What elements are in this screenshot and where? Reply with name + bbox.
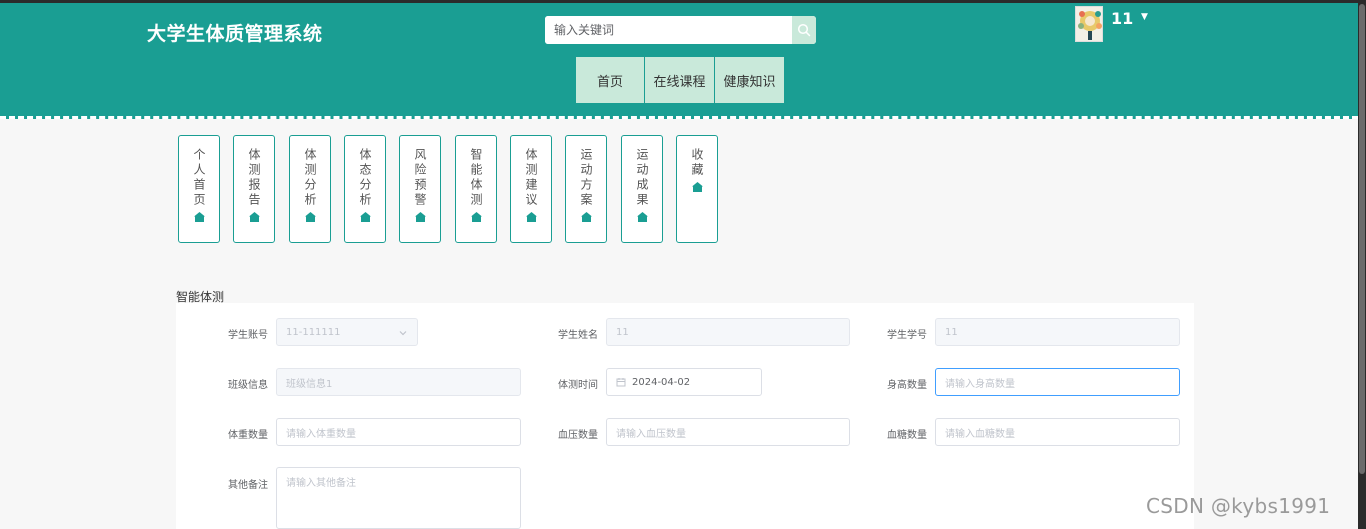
- username[interactable]: 11: [1111, 9, 1133, 28]
- menu-item-label: 收藏: [690, 148, 704, 178]
- calendar-icon: [616, 378, 626, 387]
- menu-item-exercise-plan[interactable]: 运动方案: [565, 135, 607, 243]
- chevron-down-icon: [399, 331, 407, 336]
- search-icon: [797, 23, 811, 37]
- remarks-label: 其他备注: [228, 480, 268, 491]
- menu-item-label: 体测建议: [524, 148, 538, 208]
- menu-item-label: 运动方案: [579, 148, 593, 208]
- menu-item-label: 个人首页: [192, 148, 206, 208]
- remarks-placeholder: 请输入其他备注: [286, 478, 356, 489]
- menu-item-smart-test[interactable]: 智能体测: [455, 135, 497, 243]
- menu-item-favorites[interactable]: 收藏: [676, 135, 718, 243]
- student-no-value: 11: [945, 326, 958, 338]
- nav-item-home[interactable]: 首页: [576, 57, 644, 103]
- test-time-picker[interactable]: 2024-04-02: [606, 368, 762, 396]
- menu-item-posture[interactable]: 体态分析: [344, 135, 386, 243]
- menu-item-label: 智能体测: [469, 148, 483, 208]
- nav-item-health[interactable]: 健康知识: [715, 57, 784, 103]
- menu-item-personal-home[interactable]: 个人首页: [178, 135, 220, 243]
- test-time-label: 体测时间: [558, 380, 598, 391]
- height-input[interactable]: 请输入身高数量: [935, 368, 1180, 396]
- scrollbar-thumb[interactable]: [1359, 4, 1365, 474]
- header: 大学生体质管理系统 11 ▼ 首页 在线课程 健康知识: [0, 3, 1358, 119]
- avatar-image: [1078, 11, 1102, 40]
- blood-sugar-input[interactable]: 请输入血糖数量: [935, 418, 1180, 446]
- home-icon: [580, 212, 592, 222]
- scrollbar[interactable]: [1358, 0, 1366, 529]
- watermark: CSDN @kybs1991: [1146, 494, 1331, 518]
- menu-item-label: 体测报告: [247, 148, 261, 208]
- main-nav: 首页 在线课程 健康知识: [576, 57, 784, 103]
- nav-item-courses[interactable]: 在线课程: [645, 57, 714, 103]
- home-icon: [359, 212, 371, 222]
- home-icon: [414, 212, 426, 222]
- student-no-field[interactable]: 11: [935, 318, 1180, 346]
- class-info-field[interactable]: 班级信息1: [276, 368, 521, 396]
- name-value: 11: [616, 326, 629, 338]
- weight-placeholder: 请输入体重数量: [286, 428, 356, 440]
- home-icon: [248, 212, 260, 222]
- blood-pressure-placeholder: 请输入血压数量: [616, 428, 686, 440]
- class-info-label: 班级信息: [228, 380, 268, 391]
- home-icon: [304, 212, 316, 222]
- home-icon: [525, 212, 537, 222]
- height-placeholder: 请输入身高数量: [945, 378, 1015, 390]
- avatar[interactable]: [1075, 6, 1103, 42]
- search-button[interactable]: [792, 16, 816, 44]
- height-label: 身高数量: [887, 380, 927, 391]
- menu-item-risk[interactable]: 风险预警: [399, 135, 441, 243]
- test-time-value: 2024-04-02: [632, 376, 691, 388]
- remarks-textarea[interactable]: 请输入其他备注: [276, 467, 521, 529]
- name-field[interactable]: 11: [606, 318, 850, 346]
- menu-item-advice[interactable]: 体测建议: [510, 135, 552, 243]
- class-info-placeholder: 班级信息1: [286, 378, 333, 390]
- home-icon: [193, 212, 205, 222]
- menu-item-label: 风险预警: [413, 148, 427, 208]
- blood-sugar-label: 血糖数量: [887, 430, 927, 441]
- weight-input[interactable]: 请输入体重数量: [276, 418, 521, 446]
- site-title: 大学生体质管理系统: [147, 23, 323, 45]
- home-icon: [470, 212, 482, 222]
- home-icon: [691, 182, 703, 192]
- account-value: 11-111111: [286, 326, 341, 338]
- blood-pressure-label: 血压数量: [558, 430, 598, 441]
- blood-sugar-placeholder: 请输入血糖数量: [945, 428, 1015, 440]
- menu-item-analysis[interactable]: 体测分析: [289, 135, 331, 243]
- caret-down-icon[interactable]: ▼: [1141, 12, 1148, 22]
- menu-item-label: 体测分析: [303, 148, 317, 208]
- account-label: 学生账号: [228, 330, 268, 341]
- weight-label: 体重数量: [228, 430, 268, 441]
- account-select[interactable]: 11-111111: [276, 318, 418, 346]
- blood-pressure-input[interactable]: 请输入血压数量: [606, 418, 850, 446]
- menu-item-exercise-results[interactable]: 运动成果: [621, 135, 663, 243]
- menu-item-label: 体态分析: [358, 148, 372, 208]
- search-box: [545, 16, 816, 44]
- name-label: 学生姓名: [558, 330, 598, 341]
- menu-item-report[interactable]: 体测报告: [233, 135, 275, 243]
- student-no-label: 学生学号: [887, 330, 927, 341]
- home-icon: [636, 212, 648, 222]
- form-card: 学生账号 11-111111 学生姓名 11 学生学号 11 班级信息 班级信息…: [176, 303, 1194, 529]
- menu-item-label: 运动成果: [635, 148, 649, 208]
- search-input[interactable]: [545, 16, 792, 44]
